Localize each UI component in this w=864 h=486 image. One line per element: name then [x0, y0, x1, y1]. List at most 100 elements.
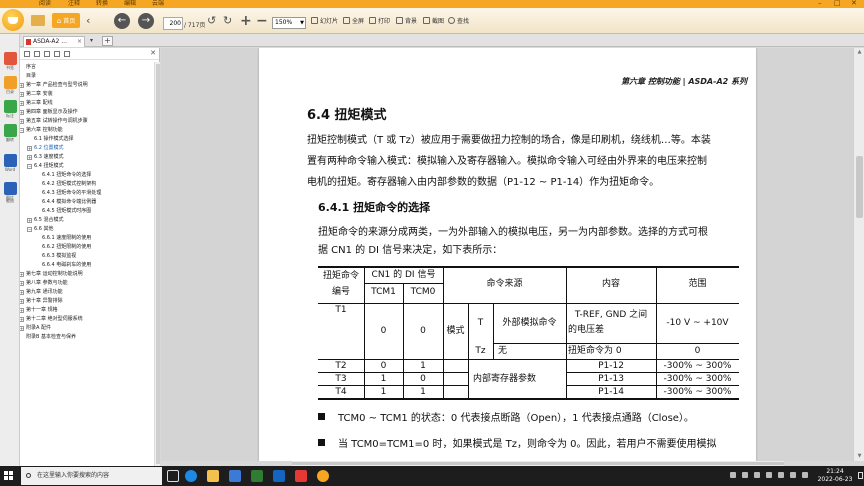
page-number-input[interactable]: [163, 17, 183, 30]
toc-item[interactable]: + 第一章 产品检查与型号说明: [20, 81, 154, 90]
security-icon[interactable]: [790, 472, 796, 478]
collapse-icon[interactable]: −: [27, 164, 32, 169]
slideshow-button[interactable]: 幻灯片: [311, 12, 338, 29]
toc-item[interactable]: +6.2 位置模式: [20, 144, 154, 153]
notification-icon[interactable]: [858, 472, 863, 479]
dock-word[interactable]: Word: [2, 154, 18, 172]
toc-item[interactable]: −6.4 扭矩模式: [20, 162, 154, 171]
toc-item[interactable]: + 第八章 参数与功能: [20, 279, 154, 288]
menu-convert[interactable]: 转换: [96, 0, 108, 8]
expand-icon[interactable]: +: [20, 272, 24, 277]
document-scrollbar-thumb[interactable]: [856, 156, 863, 218]
tab-list-chevron-icon[interactable]: ▾: [90, 37, 93, 44]
network-icon[interactable]: [742, 472, 748, 478]
input-method-icon[interactable]: [778, 472, 784, 478]
toc-item[interactable]: 6.4.3 扭矩命令的平滑处理: [20, 189, 154, 198]
library-button[interactable]: [31, 12, 47, 29]
battery-icon[interactable]: [766, 472, 772, 478]
toc-item[interactable]: + 第三章 配线: [20, 99, 154, 108]
prev-page-button[interactable]: ←: [114, 12, 130, 29]
new-tab-button[interactable]: +: [102, 36, 113, 46]
expand-all-icon[interactable]: [44, 51, 50, 57]
toc-item[interactable]: + 附录A 配件: [20, 324, 154, 333]
expand-icon[interactable]: +: [20, 110, 24, 115]
expand-icon[interactable]: +: [20, 290, 24, 295]
toc-item[interactable]: + 第十章 异警排除: [20, 297, 154, 306]
next-page-button[interactable]: →: [138, 12, 154, 29]
find-button[interactable]: 查找: [448, 12, 469, 29]
clock-time[interactable]: 21:24: [815, 468, 855, 475]
expand-icon[interactable]: +: [20, 101, 24, 106]
maximize-button[interactable]: □: [834, 0, 841, 8]
dock-bookmark[interactable]: 书签: [2, 52, 18, 70]
taskbar-search-box[interactable]: 在这里输入你要搜索的内容: [21, 467, 162, 485]
tray-app-icon[interactable]: [802, 472, 808, 478]
edge-browser-icon[interactable]: [185, 470, 197, 482]
sidebar-scrollbar-thumb[interactable]: [156, 64, 160, 464]
toc-item[interactable]: + 第七章 运动控制功能说明: [20, 270, 154, 279]
clock-date[interactable]: 2022-06-23: [810, 476, 860, 483]
toc-item[interactable]: + 第五章 试转操作与调机步骤: [20, 117, 154, 126]
toc-item[interactable]: 6.6.3 模拟监视: [20, 252, 154, 261]
dock-annotation[interactable]: 标注: [2, 100, 18, 118]
minimize-button[interactable]: –: [818, 0, 822, 8]
toc-item[interactable]: + 第十一章 规格: [20, 306, 154, 315]
app-red-icon[interactable]: [295, 470, 307, 482]
home-button[interactable]: ⌂ 首页: [52, 13, 80, 28]
bookmark-add-icon[interactable]: [64, 51, 70, 57]
toc-item[interactable]: 6.6.4 电磁刹车的使用: [20, 261, 154, 270]
toc-item[interactable]: +6.5 混合模式: [20, 216, 154, 225]
dock-flip[interactable]: 翻转: [2, 124, 18, 142]
zoom-out-button[interactable]: −: [256, 12, 268, 29]
close-window-button[interactable]: ✕: [851, 0, 857, 8]
menu-annotate[interactable]: 注释: [68, 0, 80, 8]
toc-item[interactable]: + 第九章 通讯功能: [20, 288, 154, 297]
app-logo-icon[interactable]: [2, 9, 24, 31]
expand-icon[interactable]: +: [27, 218, 32, 223]
scroll-down-icon[interactable]: ▼: [855, 452, 864, 461]
expand-icon[interactable]: +: [20, 326, 24, 331]
toc-item[interactable]: 附录B 基本检查与保养: [20, 333, 154, 342]
document-tab[interactable]: ASDA-A2 ... ×: [23, 36, 85, 47]
tray-chevron-icon[interactable]: [730, 472, 736, 478]
toc-item[interactable]: 6.4.4 模拟命令端比例器: [20, 198, 154, 207]
dock-toc[interactable]: 目录: [2, 76, 18, 94]
document-vertical-scrollbar[interactable]: ▲ ▼: [853, 48, 864, 461]
zoom-select[interactable]: 150% ▼: [272, 17, 306, 29]
outline-view-icon[interactable]: [24, 51, 30, 57]
app-green-icon[interactable]: [251, 470, 263, 482]
toc-item[interactable]: 6.4.2 扭矩模式控制架构: [20, 180, 154, 189]
collapse-icon[interactable]: −: [20, 128, 24, 133]
thumbnail-view-icon[interactable]: [34, 51, 40, 57]
volume-icon[interactable]: [754, 472, 760, 478]
fullscreen-button[interactable]: 全屏: [343, 12, 364, 29]
expand-icon[interactable]: +: [20, 119, 24, 124]
close-tab-icon[interactable]: ×: [77, 37, 82, 47]
task-view-icon[interactable]: [167, 470, 179, 482]
rotate-left-button[interactable]: ↺: [207, 12, 216, 29]
expand-icon[interactable]: +: [27, 155, 32, 160]
toc-item[interactable]: 6.6.2 扭矩限制的使用: [20, 243, 154, 252]
print-button[interactable]: 打印: [369, 12, 390, 29]
store-icon[interactable]: [229, 470, 241, 482]
dock-screenshot[interactable]: 截图: [2, 198, 18, 203]
collapse-all-icon[interactable]: [54, 51, 60, 57]
expand-icon[interactable]: +: [20, 83, 24, 88]
toc-item[interactable]: + 第二章 安装: [20, 90, 154, 99]
windows-start-icon[interactable]: [4, 471, 14, 481]
expand-icon[interactable]: +: [20, 281, 24, 286]
sidebar-scrollbar[interactable]: [154, 62, 160, 466]
app-blue-icon[interactable]: [273, 470, 285, 482]
file-explorer-icon[interactable]: [207, 470, 219, 482]
screenshot-button[interactable]: 截图: [423, 12, 444, 29]
toc-item[interactable]: 6.4.1 扭矩命令的选择: [20, 171, 154, 180]
expand-icon[interactable]: +: [20, 92, 24, 97]
expand-icon[interactable]: +: [20, 308, 24, 313]
toc-item[interactable]: 序言: [20, 63, 154, 72]
scroll-up-icon[interactable]: ▲: [855, 48, 864, 57]
toc-item[interactable]: 6.1 操作模式选择: [20, 135, 154, 144]
toc-item[interactable]: − 第六章 控制功能: [20, 126, 154, 135]
expand-icon[interactable]: +: [27, 146, 32, 151]
toc-item[interactable]: + 第四章 面板显示及操作: [20, 108, 154, 117]
horizontal-scrollbar-thumb[interactable]: [292, 462, 784, 465]
